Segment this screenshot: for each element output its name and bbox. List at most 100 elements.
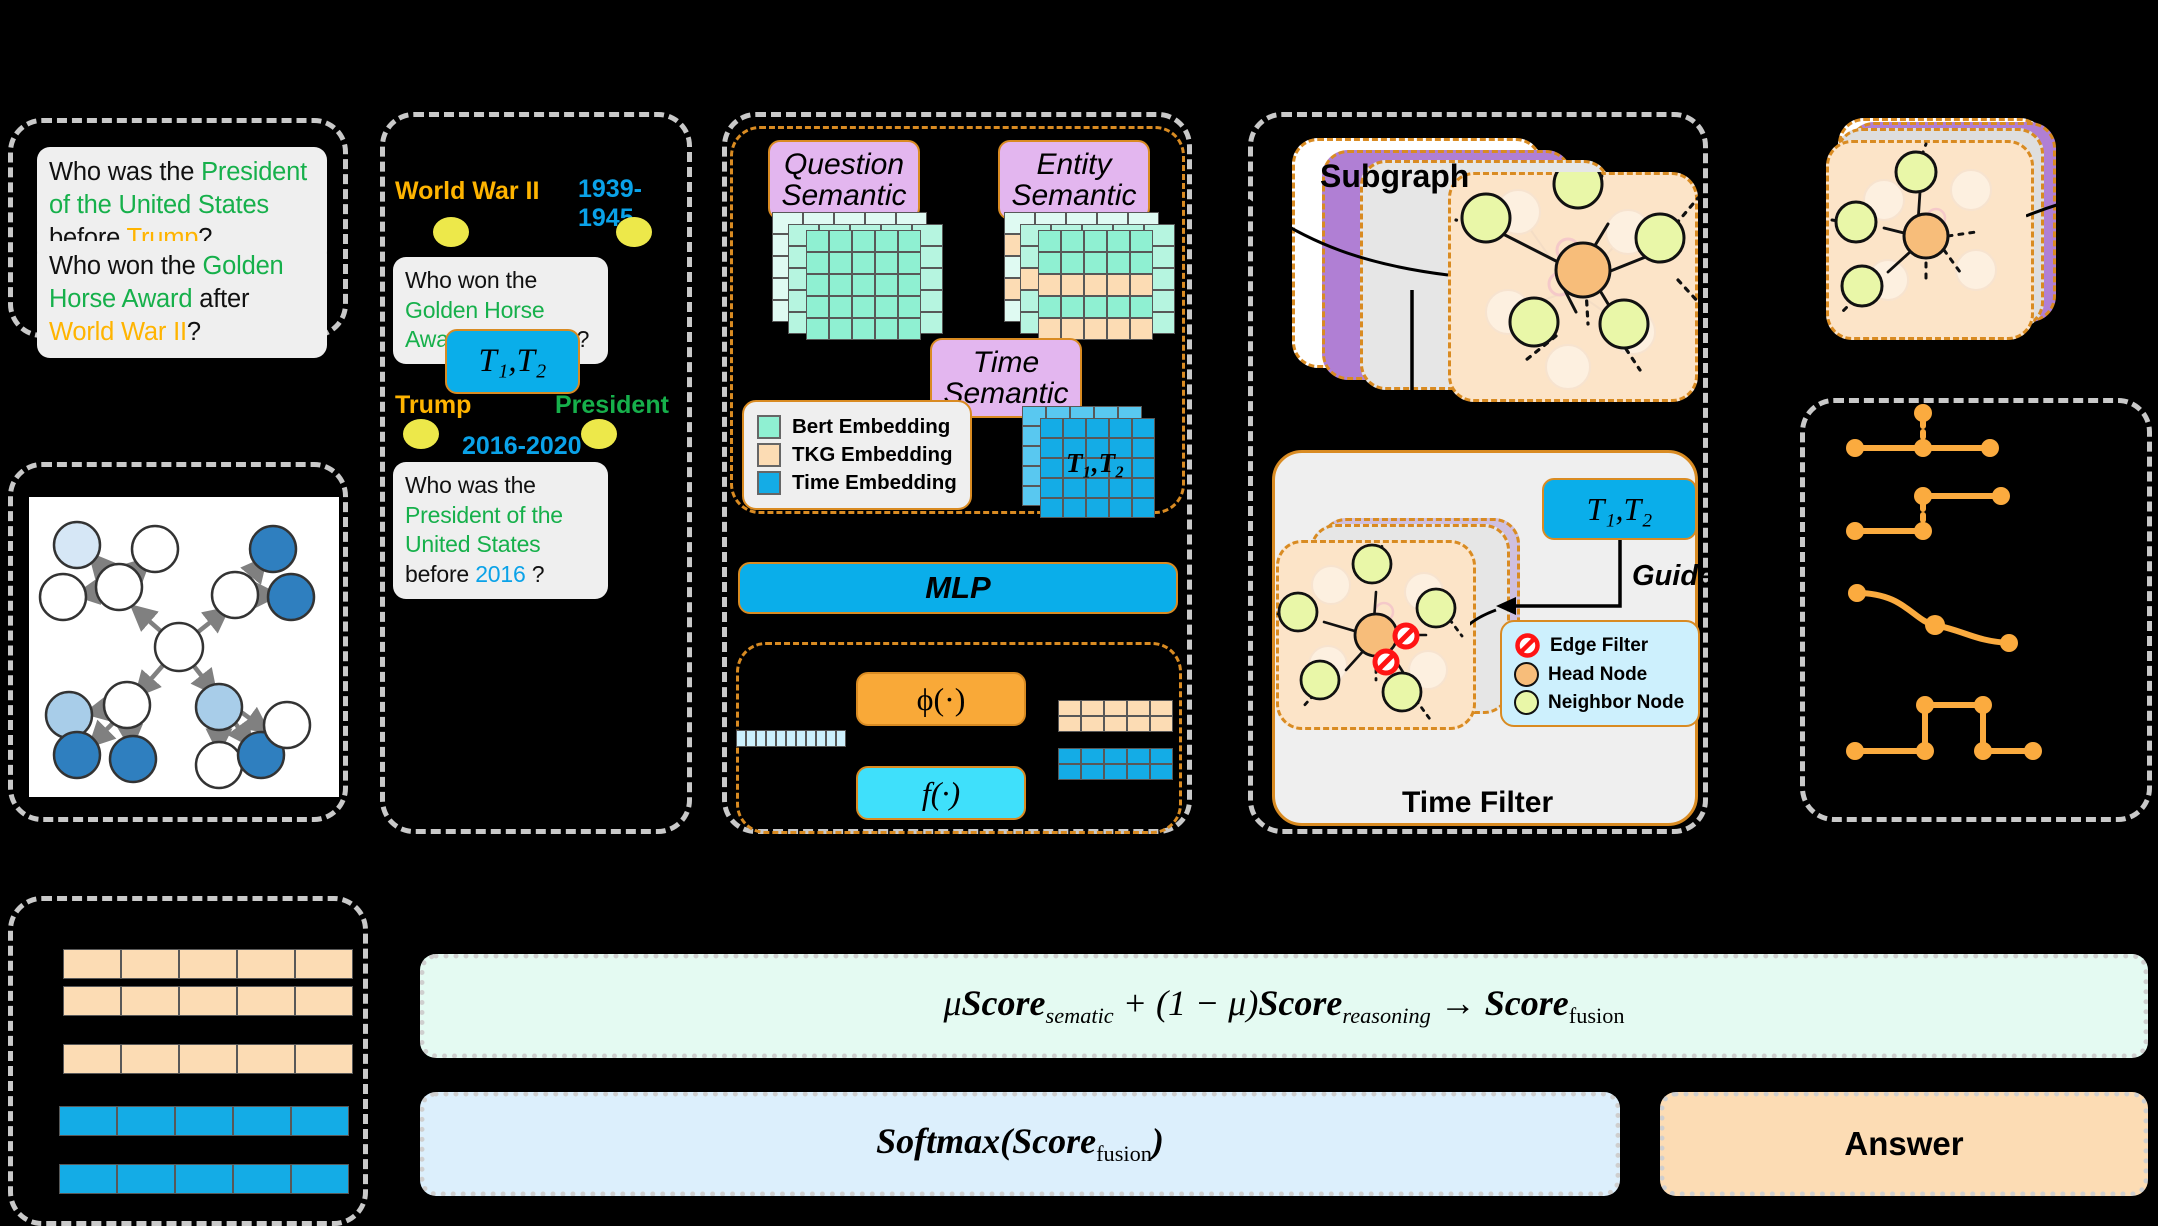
tkg-graph-panel <box>8 462 348 822</box>
legend-item-bert: Bert Embedding <box>757 415 957 439</box>
legend-label-head-node: Head Node <box>1548 663 1648 685</box>
legend-label-edge-filter: Edge Filter <box>1550 634 1649 656</box>
temporal-patterns-panel <box>1800 398 2152 822</box>
filtered-subgraph <box>1276 540 1476 730</box>
head-node-icon <box>1514 662 1539 687</box>
softmax-score: Score <box>1012 1121 1097 1162</box>
tq2-text-2: before <box>405 560 476 587</box>
subgraph-connector <box>1247 190 1508 350</box>
fusion-mu: μ <box>943 983 962 1024</box>
f-label: f(·) <box>921 774 961 811</box>
edge-filter-icon-1 <box>1392 622 1420 650</box>
entity-semantic-text: Entity Semantic <box>1011 147 1137 212</box>
embedding-rows-panel <box>8 896 368 1226</box>
q1-text-1: Who was the <box>49 158 202 186</box>
fusion-formula-bar: μScoresematic + (1 − μ)Scorereasoning → … <box>420 954 2148 1058</box>
entity-matrix-front <box>1038 230 1153 340</box>
tkg-swatch-icon <box>757 443 781 467</box>
fusion-score1: Score <box>961 983 1046 1024</box>
time-swatch-icon <box>757 471 781 495</box>
tkg-row-1 <box>63 949 353 979</box>
fusion-score3: Score <box>1484 983 1569 1024</box>
time-label-2016-2020: 2016-2020 <box>462 432 582 460</box>
q2-text-2: after <box>192 284 250 313</box>
time-row-1 <box>59 1106 349 1136</box>
entity-semantic-label: Entity Semantic <box>998 140 1150 220</box>
time-output-strip <box>1058 748 1173 780</box>
softmax-sub: fusion <box>1096 1141 1152 1167</box>
edge-filter-icon-2 <box>1372 648 1400 676</box>
phi-function-block[interactable]: ϕ(·) <box>856 672 1026 726</box>
question-card-2[interactable]: Who won the Golden Horse Award after Wor… <box>37 241 327 358</box>
entity-label-president: President <box>555 391 669 419</box>
q2-text-3: ? <box>186 317 201 346</box>
tq2-entity: President of the United States <box>405 501 563 558</box>
time-row-2 <box>59 1164 349 1194</box>
legend-item-head-node: Head Node <box>1514 662 1686 687</box>
tq1-text-1: Who won the <box>405 267 538 293</box>
question-matrix-front <box>806 230 921 340</box>
fusion-arrow: → <box>1430 983 1485 1024</box>
result-connector <box>2025 172 2158 242</box>
fusion-sub1: sematic <box>1045 1003 1114 1029</box>
answer-box[interactable]: Answer <box>1660 1092 2148 1196</box>
fusion-sub2: reasoning <box>1342 1003 1431 1029</box>
questions-panel: Who was the President of the United Stat… <box>8 118 348 358</box>
timeline-node-1 <box>433 217 469 247</box>
softmax-formula: Softmax(Scorefusion) <box>876 1120 1164 1167</box>
tq2-text-1: Who was the <box>405 472 536 498</box>
legend-label-tkg: TKG Embedding <box>792 443 953 466</box>
f-function-block[interactable]: f(·) <box>856 766 1026 820</box>
result-subgraph <box>1826 140 2034 340</box>
bert-swatch-icon <box>757 415 781 439</box>
tkg-row-2 <box>63 986 353 1016</box>
pattern-glyphs <box>1805 403 2157 827</box>
timeline-question-card-bottom[interactable]: Who was the President of the United Stat… <box>393 462 608 599</box>
tkg-output-strip <box>1058 700 1173 732</box>
entity-label-trump: Trump <box>395 391 472 419</box>
tkg-graph-canvas <box>29 497 339 797</box>
fusion-sub3: fusion <box>1568 1003 1625 1029</box>
mlp-label: MLP <box>925 570 991 605</box>
softmax-fn: Softmax( <box>876 1121 1013 1162</box>
no-entry-icon <box>1514 632 1541 659</box>
question-semantic-text: Question Semantic <box>781 147 907 212</box>
reasoning-legend: Edge Filter Head Node Neighbor Node <box>1500 620 1700 727</box>
phi-label: ϕ(·) <box>916 680 966 717</box>
softmax-bar: Softmax(Scorefusion) <box>420 1092 1620 1196</box>
legend-label-time: Time Embedding <box>792 471 957 494</box>
legend-item-tkg: TKG Embedding <box>757 443 957 467</box>
fusion-formula: μScoresematic + (1 − μ)Scorereasoning → … <box>943 982 1624 1029</box>
filter-time-box-label: T₁,T₂ <box>1586 490 1653 527</box>
mlp-block[interactable]: MLP <box>738 562 1178 614</box>
timeline-node-4 <box>581 419 617 449</box>
answer-label: Answer <box>1844 1125 1964 1162</box>
tq2-text-3: ? <box>525 560 545 587</box>
time-matrix-label: T₁,T₂ <box>1066 448 1125 478</box>
tq2-time: 2016 <box>475 560 526 587</box>
time-filter-title: Time Filter <box>1402 786 1554 819</box>
timeline-node-3 <box>403 419 439 449</box>
embedding-legend: Bert Embedding TKG Embedding Time Embedd… <box>742 400 972 510</box>
legend-label-bert: Bert Embedding <box>792 415 951 438</box>
subgraph-to-filter-arrow <box>1392 290 1432 470</box>
q2-text-1: Who won the <box>49 252 203 280</box>
legend-item-time: Time Embedding <box>757 471 957 495</box>
q2-time-entity: World War II <box>49 317 187 346</box>
softmax-close: ) <box>1151 1121 1164 1162</box>
tkg-row-3 <box>63 1044 353 1074</box>
fusion-score2: Score <box>1258 983 1343 1024</box>
entity-label-world-war: World War II <box>395 177 540 205</box>
neighbor-node-icon <box>1514 690 1539 715</box>
fusion-plus: + (1 − μ) <box>1113 983 1259 1024</box>
timeline-panel: World War II 1939-1945 Who won the Golde… <box>380 112 692 834</box>
legend-item-edge-filter: Edge Filter <box>1514 632 1686 659</box>
legend-item-neighbor-node: Neighbor Node <box>1514 690 1686 715</box>
timeline-time-box[interactable]: T₁,T₂ <box>445 329 580 394</box>
timeline-node-2 <box>616 217 652 247</box>
question-semantic-label: Question Semantic <box>768 140 920 220</box>
timeline-time-box-label: T₁,T₂ <box>478 343 547 379</box>
legend-label-neighbor-node: Neighbor Node <box>1548 691 1685 713</box>
input-vector-strip <box>736 730 846 747</box>
filter-time-box[interactable]: T₁,T₂ <box>1542 478 1697 540</box>
